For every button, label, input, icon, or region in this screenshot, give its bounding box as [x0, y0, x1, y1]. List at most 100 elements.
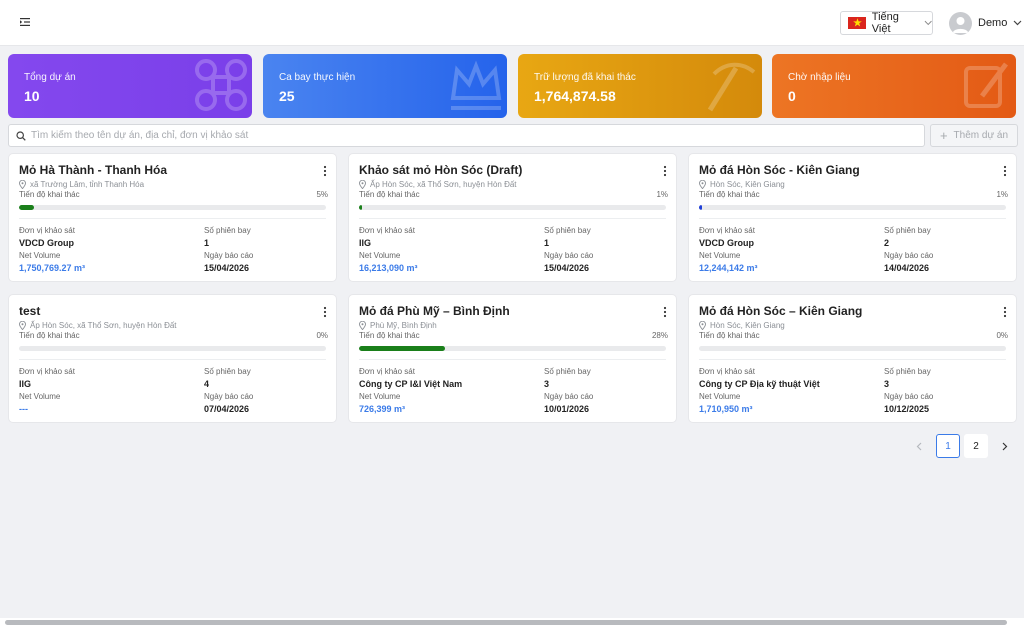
project-title[interactable]: Mỏ đá Hòn Sóc - Kiên Giang	[699, 163, 860, 177]
project-title[interactable]: Mỏ đá Phù Mỹ – Bình Định	[359, 304, 510, 318]
project-location: Ấp Hòn Sóc, xã Thổ Sơn, huyện Hòn Đất	[359, 180, 517, 189]
progress-fill	[359, 205, 363, 210]
stat-extracted-reserves: Trữ lượng đã khai thác 1,764,874.58	[518, 54, 762, 118]
unit-value: Công ty CP Địa kỹ thuật Việt	[699, 379, 820, 389]
report-date-value: 15/04/2026	[204, 263, 250, 273]
unit-label: Đơn vị khảo sát	[359, 367, 415, 376]
project-location: Hòn Sóc, Kiên Giang	[699, 180, 785, 189]
flights-label: Số phiên bay	[544, 226, 591, 235]
report-date-value: 14/04/2026	[884, 263, 930, 273]
net-volume-value: 1,750,769.27 m³	[19, 263, 86, 273]
flights-value: 3	[544, 379, 550, 389]
progress-percent: 5%	[316, 190, 328, 199]
net-volume-label: Net Volume	[359, 251, 401, 260]
more-vertical-icon[interactable]	[1000, 305, 1010, 318]
flights-value: 3	[884, 379, 890, 389]
unit-value: Công ty CP I&I Việt Nam	[359, 379, 463, 389]
unit-value: IIG	[19, 379, 32, 389]
progress-bar	[699, 346, 1006, 351]
location-text: Hòn Sóc, Kiên Giang	[710, 180, 785, 189]
project-location: xã Trường Lâm, tỉnh Thanh Hóa	[19, 180, 144, 189]
location-text: Hòn Sóc, Kiên Giang	[710, 321, 785, 330]
location-text: Ấp Hòn Sóc, xã Thổ Sơn, huyện Hòn Đất	[30, 321, 177, 330]
flights-value: 2	[884, 238, 890, 248]
divider	[359, 359, 666, 360]
net-volume-value: 12,244,142 m³	[699, 263, 758, 273]
map-pin-icon	[359, 321, 366, 330]
unit-label: Đơn vị khảo sát	[359, 226, 415, 235]
project-location: Ấp Hòn Sóc, xã Thổ Sơn, huyện Hòn Đất	[19, 321, 177, 330]
report-date-value: 10/12/2025	[884, 404, 930, 414]
chevron-down-icon	[1013, 20, 1022, 26]
report-date-value: 07/04/2026	[204, 404, 250, 414]
progress-bar	[19, 346, 326, 351]
plus-icon: +	[939, 128, 948, 143]
more-vertical-icon[interactable]	[320, 164, 330, 177]
pagination-next-button[interactable]	[995, 434, 1015, 458]
divider	[359, 218, 666, 219]
language-selector[interactable]: Tiếng Việt	[840, 11, 933, 35]
progress-label: Tiến độ khai thác	[19, 190, 80, 199]
progress-fill	[359, 346, 445, 351]
project-title[interactable]: Mỏ Hà Thành - Thanh Hóa	[19, 163, 167, 177]
flights-label: Số phiên bay	[204, 367, 251, 376]
avatar	[949, 11, 972, 35]
progress-label: Tiến độ khai thác	[699, 331, 760, 340]
project-location: Phù Mỹ, Bình Định	[359, 321, 437, 330]
search-input[interactable]	[31, 130, 911, 141]
progress-percent: 1%	[656, 190, 668, 199]
project-card[interactable]: Mỏ Hà Thành - Thanh Hóa xã Trường Lâm, tỉ…	[8, 153, 337, 282]
user-menu[interactable]: Demo	[949, 11, 1022, 35]
more-vertical-icon[interactable]	[1000, 164, 1010, 177]
divider	[699, 218, 1006, 219]
project-card[interactable]: Mỏ đá Phù Mỹ – Bình Định Phù Mỹ, Bình Địn…	[348, 294, 677, 423]
unit-label: Đơn vị khảo sát	[699, 367, 755, 376]
project-title[interactable]: test	[19, 304, 40, 318]
progress-percent: 1%	[996, 190, 1008, 199]
project-card[interactable]: Mỏ đá Hòn Sóc – Kiên Giang Hòn Sóc, Kiên …	[688, 294, 1017, 423]
pagination-page-2[interactable]: 2	[964, 434, 988, 458]
stat-flights: Ca bay thực hiện 25	[263, 54, 507, 118]
language-label: Tiếng Việt	[871, 11, 899, 35]
progress-label: Tiến độ khai thác	[699, 190, 760, 199]
progress-percent: 0%	[996, 331, 1008, 340]
crown-icon	[450, 60, 502, 110]
project-title[interactable]: Khảo sát mỏ Hòn Sóc (Draft)	[359, 163, 522, 177]
more-vertical-icon[interactable]	[660, 305, 670, 318]
add-project-button[interactable]: + Thêm dự án	[930, 124, 1018, 147]
project-card[interactable]: Khảo sát mỏ Hòn Sóc (Draft) Ấp Hòn Sóc, x…	[348, 153, 677, 282]
search-icon	[16, 130, 26, 141]
stat-pending-input: Chờ nhập liệu 0	[772, 54, 1016, 118]
project-title[interactable]: Mỏ đá Hòn Sóc – Kiên Giang	[699, 304, 862, 318]
report-date-label: Ngày báo cáo	[884, 251, 934, 260]
project-card[interactable]: test Ấp Hòn Sóc, xã Thổ Sơn, huyện Hòn Đấ…	[8, 294, 337, 423]
menu-toggle-icon[interactable]	[17, 14, 33, 30]
flights-value: 1	[204, 238, 210, 248]
flights-label: Số phiên bay	[884, 226, 931, 235]
chevron-down-icon	[924, 20, 932, 26]
progress-fill	[19, 205, 35, 210]
flights-label: Số phiên bay	[884, 367, 931, 376]
stat-total-projects: Tổng dự án 10	[8, 54, 252, 118]
divider	[19, 218, 326, 219]
unit-label: Đơn vị khảo sát	[19, 367, 75, 376]
progress-bar	[359, 205, 666, 210]
progress-bar	[19, 205, 326, 210]
edit-icon	[964, 62, 1008, 108]
horizontal-scrollbar[interactable]	[0, 618, 1024, 627]
more-vertical-icon[interactable]	[320, 305, 330, 318]
scrollbar-thumb[interactable]	[5, 620, 1007, 625]
report-date-label: Ngày báo cáo	[204, 392, 254, 401]
pagination-page-1[interactable]: 1	[936, 434, 960, 458]
location-text: xã Trường Lâm, tỉnh Thanh Hóa	[30, 180, 145, 189]
drone-icon	[195, 59, 247, 111]
project-card[interactable]: Mỏ đá Hòn Sóc - Kiên Giang Hòn Sóc, Kiên …	[688, 153, 1017, 282]
more-vertical-icon[interactable]	[660, 164, 670, 177]
unit-label: Đơn vị khảo sát	[699, 226, 755, 235]
net-volume-label: Net Volume	[19, 392, 61, 401]
pagination-prev-button[interactable]	[909, 434, 929, 458]
divider	[19, 359, 326, 360]
add-project-label: Thêm dự án	[953, 130, 1009, 141]
progress-bar	[359, 346, 666, 351]
progress-label: Tiến độ khai thác	[19, 331, 80, 340]
